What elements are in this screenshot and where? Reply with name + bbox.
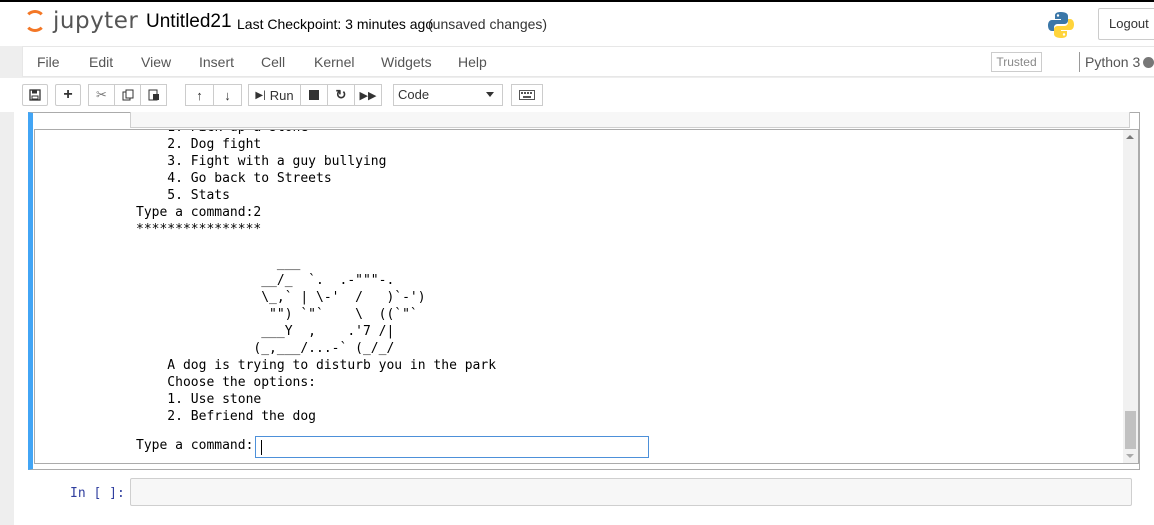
- cut-button[interactable]: ✂: [88, 84, 115, 106]
- menu-file[interactable]: File: [37, 54, 60, 70]
- run-button[interactable]: ▶| Run: [248, 84, 301, 106]
- copy-icon: [122, 89, 133, 101]
- scissors-icon: ✂: [96, 87, 107, 102]
- cell-output-area: 1. Pick up a stone 2. Dog fight 3. Fight…: [34, 129, 1139, 464]
- arrow-down-icon: ↓: [224, 87, 231, 103]
- run-label: Run: [269, 87, 294, 103]
- text-cursor: [261, 440, 262, 455]
- paste-button[interactable]: [140, 84, 167, 106]
- notebook-title[interactable]: Untitled21: [146, 11, 232, 33]
- step-forward-icon: ▶|: [255, 89, 266, 101]
- command-palette-button[interactable]: [511, 84, 543, 106]
- trusted-indicator[interactable]: Trusted: [991, 52, 1042, 72]
- menu-cell[interactable]: Cell: [261, 54, 285, 70]
- menu-insert[interactable]: Insert: [199, 54, 234, 70]
- scrollbar-thumb[interactable]: [1125, 411, 1136, 449]
- next-cell-input[interactable]: [130, 478, 1132, 506]
- run-button-group: ▶| Run ↻ ▶▶: [248, 84, 382, 106]
- insert-cell-button[interactable]: +: [55, 84, 81, 106]
- copy-button[interactable]: [114, 84, 141, 106]
- refresh-icon: ↻: [335, 87, 347, 102]
- scroll-up-arrow-icon[interactable]: [1126, 135, 1134, 139]
- fast-forward-icon: ▶▶: [359, 89, 377, 102]
- keyboard-icon: [519, 90, 535, 100]
- logo-text: jupyter: [53, 8, 139, 34]
- output-text: 1. Pick up a stone 2. Dog fight 3. Fight…: [136, 130, 497, 424]
- menu-view[interactable]: View: [141, 54, 171, 70]
- kernel-name: Python 3: [1085, 54, 1141, 70]
- arrow-up-icon: ↑: [196, 87, 203, 103]
- checkpoint-status: Last Checkpoint: 3 minutes ago: [237, 16, 434, 32]
- toolbar: + ✂ ↑ ↓ ▶| Run ↻ ▶▶ Code: [0, 78, 1154, 112]
- output-scrollbar[interactable]: [1123, 130, 1138, 463]
- logout-button[interactable]: Logout: [1098, 8, 1154, 40]
- stop-icon: [309, 90, 319, 100]
- command-prompt-label: Type a command:: [136, 438, 254, 453]
- unsaved-indicator: (unsaved changes): [428, 16, 548, 32]
- restart-button[interactable]: ↻: [327, 84, 355, 106]
- move-button-group: ↑ ↓: [185, 84, 242, 106]
- menu-help[interactable]: Help: [458, 54, 487, 70]
- kernel-divider: [1079, 52, 1080, 72]
- next-cell-prompt: In [ ]:: [70, 486, 125, 501]
- cell-type-value: Code: [398, 87, 430, 102]
- save-button[interactable]: [22, 84, 48, 106]
- python-logo-icon: [1048, 12, 1074, 38]
- caret-down-icon: [486, 92, 494, 97]
- restart-run-all-button[interactable]: ▶▶: [354, 84, 382, 106]
- menu-kernel[interactable]: Kernel: [314, 54, 354, 70]
- header-bar: jupyter Untitled21 Last Checkpoint: 3 mi…: [0, 0, 1154, 46]
- edit-button-group: ✂: [88, 84, 167, 106]
- menu-widgets[interactable]: Widgets: [381, 54, 432, 70]
- menu-edit[interactable]: Edit: [89, 54, 113, 70]
- scroll-down-arrow-icon[interactable]: [1126, 454, 1134, 458]
- plus-icon: +: [63, 86, 73, 103]
- jupyter-notebook-window: jupyter Untitled21 Last Checkpoint: 3 mi…: [0, 0, 1154, 525]
- jupyter-ring-icon: [24, 10, 46, 32]
- save-icon: [29, 89, 41, 101]
- cell-type-select[interactable]: Code: [393, 84, 503, 106]
- move-up-button[interactable]: ↑: [185, 84, 214, 106]
- cell-input-area[interactable]: [130, 112, 1130, 128]
- command-input[interactable]: [255, 436, 649, 458]
- paste-icon: [148, 89, 159, 101]
- menubar: File Edit View Insert Cell Kernel Widget…: [22, 46, 1154, 77]
- move-down-button[interactable]: ↓: [213, 84, 242, 106]
- notebook-container: 1. Pick up a stone 2. Dog fight 3. Fight…: [0, 112, 1154, 525]
- interrupt-button[interactable]: [300, 84, 328, 106]
- kernel-busy-indicator-icon: [1143, 57, 1154, 68]
- jupyter-logo[interactable]: jupyter: [24, 8, 138, 34]
